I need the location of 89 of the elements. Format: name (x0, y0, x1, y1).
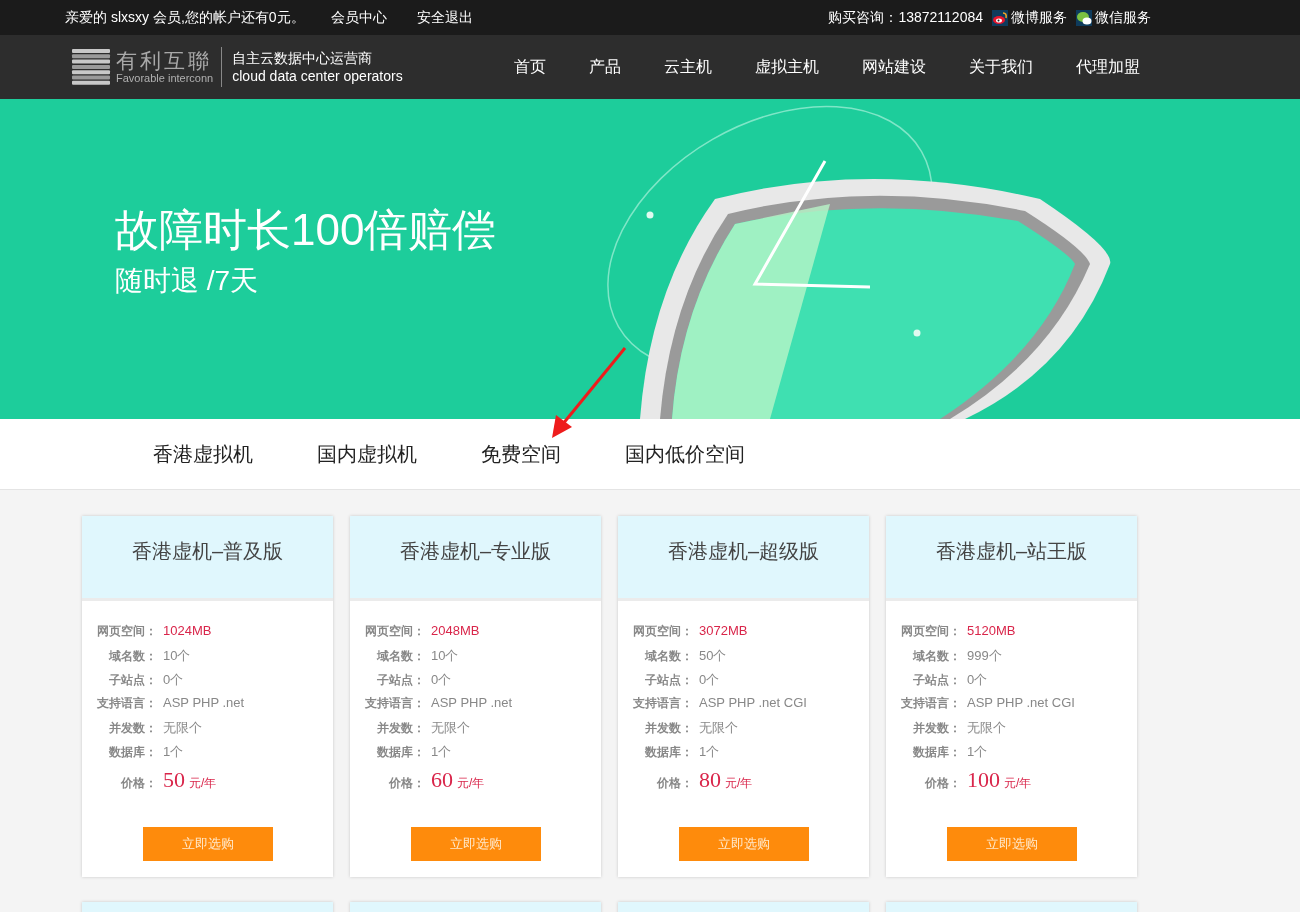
spec-value: 0个 (163, 671, 184, 689)
category-tab[interactable]: 免费空间 (481, 440, 561, 468)
spec-label: 网页空间： (364, 623, 425, 640)
spec-value: 0个 (699, 671, 720, 689)
category-tab[interactable]: 香港虚拟机 (153, 440, 253, 468)
spec-label: 子站点： (108, 672, 157, 689)
spec-label: 并发数： (644, 720, 693, 737)
nav-item[interactable]: 关于我们 (968, 56, 1033, 78)
category-tab[interactable]: 国内低价空间 (625, 440, 745, 468)
spec-label: 并发数： (376, 720, 425, 737)
price-unit: 元/年 (457, 775, 485, 792)
price-label: 价格： (656, 775, 693, 792)
spec-label: 支持语言： (632, 695, 693, 712)
price-value: 50 (163, 767, 185, 793)
price-unit: 元/年 (1004, 775, 1032, 792)
logo-caption: Favorable interconn (116, 72, 214, 84)
price-label: 价格： (120, 775, 157, 792)
price-value: 100 (967, 767, 1000, 793)
consult-phone-text: 购买咨询：13872112084 (828, 8, 983, 27)
spec-value: 10个 (431, 647, 459, 665)
spec-label: 数据库： (912, 744, 961, 761)
logo-title: 有利互聯 (116, 50, 213, 72)
price-label: 价格： (924, 775, 961, 792)
spec-value: 1个 (699, 743, 720, 761)
nav-item[interactable]: 云主机 (663, 56, 712, 78)
category-tab[interactable]: 国内虚拟机 (317, 440, 417, 468)
price-value: 80 (699, 767, 721, 793)
spec-label: 数据库： (644, 744, 693, 761)
social-link[interactable]: 微博服务 (992, 8, 1067, 27)
spec-value: 0个 (431, 671, 452, 689)
spec-value: 2048MB (431, 623, 480, 638)
spec-label: 网页空间： (632, 623, 693, 640)
spec-value: 50个 (699, 647, 727, 665)
plan-title: 香港虚机–普及版 (131, 539, 284, 564)
nav-item[interactable]: 网站建设 (861, 56, 926, 78)
spec-label: 域名数： (375, 648, 425, 665)
spec-label: 数据库： (376, 744, 425, 761)
server-rack-icon (70, 47, 112, 87)
spec-label: 网页空间： (900, 623, 961, 640)
spec-value: 1个 (967, 743, 988, 761)
spec-value: 0个 (967, 671, 988, 689)
spec-value: 无限个 (431, 719, 470, 737)
price-value: 60 (431, 767, 453, 793)
price-label: 价格： (388, 775, 425, 792)
spec-value: 999个 (967, 647, 1002, 665)
spec-value: 10个 (163, 647, 191, 665)
top-link[interactable]: 会员中心 (330, 8, 387, 27)
spec-label: 网页空间： (96, 623, 157, 640)
spec-value: 5120MB (967, 623, 1016, 638)
nav-item[interactable]: 产品 (588, 56, 621, 78)
spec-value: 3072MB (699, 623, 748, 638)
greeting-text: 亲爱的 slxsxy 会员,您的帐户还有0元。 (65, 8, 305, 27)
banner-title: 故障时长100倍赔偿 (115, 204, 497, 256)
spec-label: 域名数： (911, 648, 961, 665)
price-unit: 元/年 (189, 775, 217, 792)
spec-value: 无限个 (967, 719, 1006, 737)
spec-label: 并发数： (912, 720, 961, 737)
spec-label: 支持语言： (364, 695, 425, 712)
chat-bubbles-icon (1076, 9, 1092, 26)
spec-value: 无限个 (699, 719, 738, 737)
spec-label: 支持语言： (900, 695, 961, 712)
spec-value: 1024MB (163, 623, 212, 638)
nav-item[interactable]: 代理加盟 (1075, 56, 1140, 78)
social-link[interactable]: 微信服务 (1076, 8, 1151, 27)
spec-value: ASP PHP .net (431, 695, 513, 710)
top-link[interactable]: 安全退出 (416, 8, 473, 27)
spec-label: 并发数： (108, 720, 157, 737)
plan-title: 香港虚机–站王版 (935, 539, 1088, 564)
spec-value: ASP PHP .net CGI (967, 695, 1075, 710)
plan-title: 香港虚机–超级版 (667, 539, 820, 564)
spec-label: 数据库： (108, 744, 157, 761)
spec-value: 1个 (163, 743, 184, 761)
spec-label: 域名数： (107, 648, 157, 665)
spec-label: 子站点： (912, 672, 961, 689)
spec-value: ASP PHP .net (163, 695, 245, 710)
tagline: 自主云数据中心运营商 (232, 49, 374, 67)
nav-item[interactable]: 首页 (513, 56, 546, 78)
spec-value: 无限个 (163, 719, 202, 737)
spec-label: 子站点： (644, 672, 693, 689)
plan-title: 香港虚机–专业版 (399, 539, 552, 564)
spec-value: ASP PHP .net CGI (699, 695, 807, 710)
spec-label: 支持语言： (96, 695, 157, 712)
price-unit: 元/年 (725, 775, 753, 792)
nav-item[interactable]: 虚拟主机 (754, 56, 819, 78)
banner-subtitle: 随时退 /7天 (115, 264, 259, 298)
spec-label: 子站点： (376, 672, 425, 689)
spec-value: 1个 (431, 743, 452, 761)
spec-label: 域名数： (643, 648, 693, 665)
tagline-english: cloud data center operators (232, 67, 403, 85)
